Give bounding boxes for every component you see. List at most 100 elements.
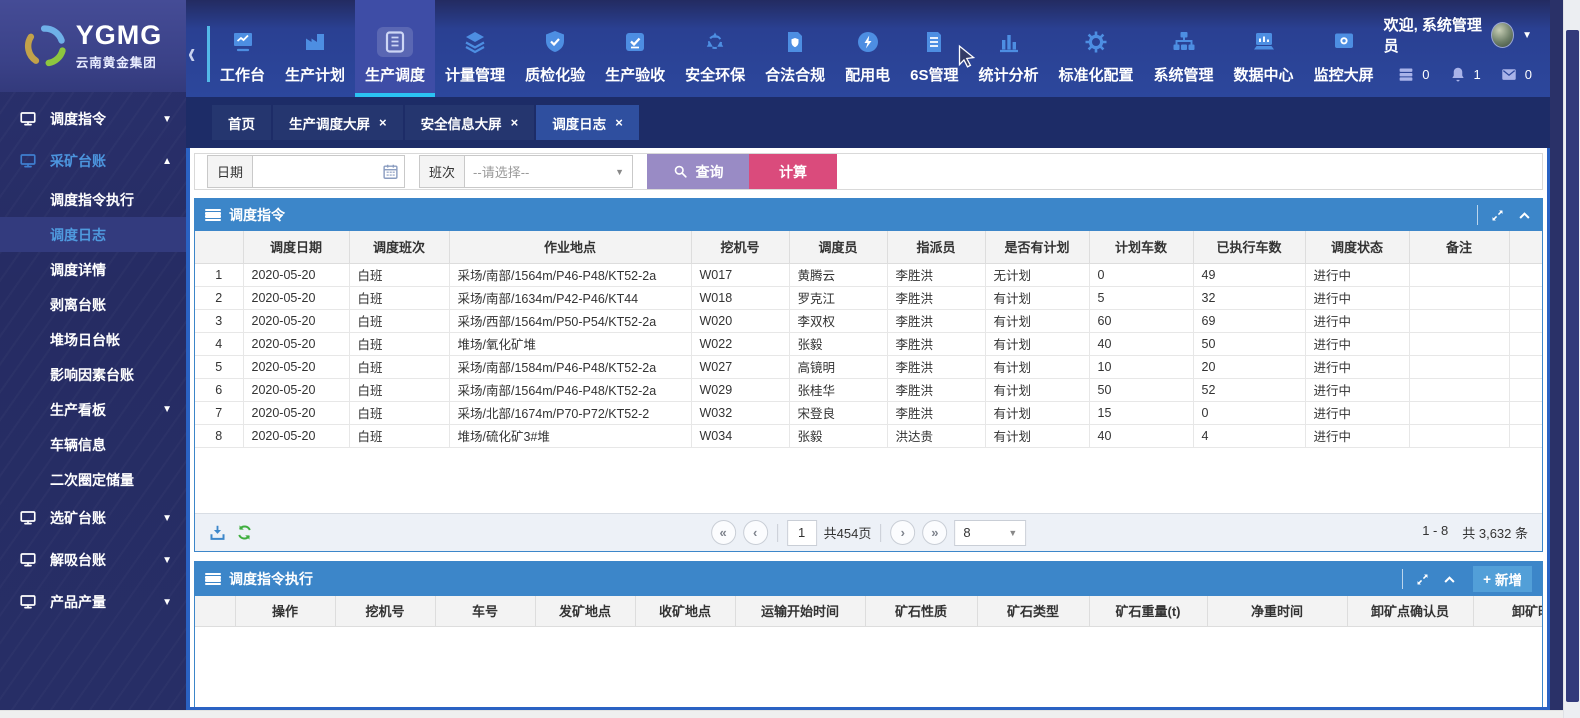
table-cell: 白班 xyxy=(349,286,449,309)
nav-item[interactable]: 数据中心 xyxy=(1224,0,1304,97)
page-number-input[interactable] xyxy=(787,520,817,546)
column-header[interactable]: 发矿地点 xyxy=(535,596,635,626)
sidebar-item[interactable]: 产品产量▼ xyxy=(0,581,186,623)
refresh-icon[interactable] xyxy=(236,524,253,541)
collapse-panel-icon[interactable] xyxy=(1517,208,1532,223)
column-header[interactable]: 矿石类型 xyxy=(977,596,1089,626)
column-header[interactable] xyxy=(195,231,243,263)
nav-item[interactable]: 统计分析 xyxy=(969,0,1049,97)
tab[interactable]: 首页 xyxy=(212,105,271,140)
table-row[interactable]: 42020-05-20白班堆场/氧化矿堆W022张毅李胜洪有计划4050进行中 xyxy=(195,332,1542,355)
horizontal-scrollbar[interactable] xyxy=(0,710,1563,718)
vertical-scrollbar[interactable] xyxy=(1563,0,1580,718)
add-record-button[interactable]: + 新增 xyxy=(1473,566,1532,592)
expand-icon[interactable] xyxy=(1415,572,1430,587)
sidebar-subitem[interactable]: 调度日志 xyxy=(0,217,186,252)
table-row[interactable]: 52020-05-20白班采场/南部/1584m/P46-P48/KT52-2a… xyxy=(195,355,1542,378)
close-icon[interactable]: × xyxy=(511,116,519,129)
column-header[interactable]: 运输开始时间 xyxy=(735,596,865,626)
nav-item[interactable]: 工作台 xyxy=(210,0,275,97)
close-icon[interactable]: × xyxy=(379,116,387,129)
sidebar-subitem[interactable]: 二次圈定储量 xyxy=(0,462,186,497)
column-header[interactable]: 车号 xyxy=(435,596,535,626)
date-input[interactable] xyxy=(253,155,405,188)
search-button[interactable]: 查询 xyxy=(647,154,749,189)
mail-badge[interactable]: 0 xyxy=(1499,66,1532,83)
column-header[interactable] xyxy=(195,596,235,626)
column-header[interactable]: 计划车数 xyxy=(1089,231,1193,263)
column-header[interactable]: 调度班次 xyxy=(349,231,449,263)
sidebar-item[interactable]: 解吸台账▼ xyxy=(0,539,186,581)
bell-badge[interactable]: 1 xyxy=(1448,66,1481,83)
tab[interactable]: 安全信息大屏× xyxy=(405,105,535,140)
column-header[interactable]: 指派员 xyxy=(887,231,985,263)
sidebar-subitem[interactable]: 影响因素台账 xyxy=(0,357,186,392)
column-header[interactable]: 净重时间 xyxy=(1207,596,1347,626)
table-row[interactable]: 32020-05-20白班采场/西部/1564m/P50-P54/KT52-2a… xyxy=(195,309,1542,332)
nav-item[interactable]: 6S管理 xyxy=(900,0,968,97)
column-header[interactable]: 调度状态 xyxy=(1305,231,1409,263)
table-row[interactable]: 12020-05-20白班采场/南部/1564m/P46-P48/KT52-2a… xyxy=(195,263,1542,286)
column-header[interactable]: 操作 xyxy=(235,596,335,626)
nav-item[interactable]: 生产验收 xyxy=(595,0,675,97)
column-header[interactable]: 已执行车数 xyxy=(1193,231,1305,263)
nav-item[interactable]: 安全环保 xyxy=(675,0,755,97)
calculate-button[interactable]: 计算 xyxy=(749,154,837,189)
collapse-panel-icon[interactable] xyxy=(1442,572,1457,587)
first-page-button[interactable]: « xyxy=(711,520,736,545)
column-header[interactable]: 调度员 xyxy=(789,231,887,263)
nav-item[interactable]: 配用电 xyxy=(835,0,900,97)
table-row[interactable]: 22020-05-20白班采场/南部/1634m/P42-P46/KT44W01… xyxy=(195,286,1542,309)
column-header[interactable]: 挖机号 xyxy=(691,231,789,263)
sidebar-subitem[interactable]: 生产看板▼ xyxy=(0,392,186,427)
sidebar-item[interactable]: 选矿台账▼ xyxy=(0,497,186,539)
nav-item[interactable]: 合法合规 xyxy=(755,0,835,97)
column-header[interactable]: 矿石性质 xyxy=(865,596,977,626)
table-row[interactable]: 82020-05-20白班堆场/硫化矿3#堆W034张毅洪达贵有计划404进行中 xyxy=(195,424,1542,447)
next-page-button[interactable]: › xyxy=(890,520,915,545)
column-header[interactable]: 矿石重量(t) xyxy=(1089,596,1207,626)
close-icon[interactable]: × xyxy=(615,116,623,129)
nav-item[interactable]: 生产调度 xyxy=(355,0,435,97)
vertical-scrollbar-thumb[interactable] xyxy=(1566,30,1579,702)
table-cell xyxy=(1509,309,1542,332)
nav-item[interactable]: 标准化配置 xyxy=(1049,0,1144,97)
sidebar-subitem[interactable]: 车辆信息 xyxy=(0,427,186,462)
last-page-button[interactable]: » xyxy=(922,520,947,545)
table-row[interactable]: 62020-05-20白班采场/南部/1564m/P46-P48/KT52-2a… xyxy=(195,378,1542,401)
nav-item[interactable]: 质检化验 xyxy=(515,0,595,97)
table-row[interactable]: 72020-05-20白班采场/北部/1674m/P70-P72/KT52-2W… xyxy=(195,401,1542,424)
column-header[interactable]: 作业地点 xyxy=(449,231,691,263)
column-header[interactable]: 卸矿点确认员 xyxy=(1347,596,1473,626)
sidebar-subitem[interactable]: 剥离台账 xyxy=(0,287,186,322)
sidebar-collapse-toggle[interactable]: ‹ xyxy=(188,38,195,69)
column-header[interactable]: 挖机号 xyxy=(335,596,435,626)
nav-item[interactable]: 生产计划 xyxy=(275,0,355,97)
page-size-select[interactable]: 8 ▼ xyxy=(954,520,1026,546)
column-header[interactable]: 调度日期 xyxy=(243,231,349,263)
shift-select[interactable]: --请选择-- ▼ xyxy=(465,155,633,188)
server-badge[interactable]: 0 xyxy=(1396,66,1429,83)
logo[interactable]: YGMG 云南黄金集团 xyxy=(0,0,186,92)
sidebar-subitem[interactable]: 调度详情 xyxy=(0,252,186,287)
sidebar-subitem[interactable]: 调度指令执行 xyxy=(0,182,186,217)
sidebar-subitem[interactable]: 堆场日台帐 xyxy=(0,322,186,357)
dispatch-orders-panel-header: 调度指令 xyxy=(195,199,1542,231)
column-header[interactable]: 是否有计划 xyxy=(985,231,1089,263)
avatar[interactable] xyxy=(1491,22,1514,48)
nav-item[interactable]: 系统管理 xyxy=(1144,0,1224,97)
prev-page-button[interactable]: ‹ xyxy=(743,520,768,545)
column-header[interactable] xyxy=(1509,231,1542,263)
sidebar-item[interactable]: 采矿台账▲ xyxy=(0,140,186,182)
tab[interactable]: 调度日志× xyxy=(536,105,639,140)
download-icon[interactable] xyxy=(209,524,226,541)
tab[interactable]: 生产调度大屏× xyxy=(273,105,403,140)
sidebar-item[interactable]: 调度指令▼ xyxy=(0,98,186,140)
nav-item[interactable]: 监控大屏 xyxy=(1304,0,1384,97)
nav-item[interactable]: 计量管理 xyxy=(435,0,515,97)
expand-icon[interactable] xyxy=(1490,208,1505,223)
column-header[interactable]: 备注 xyxy=(1409,231,1509,263)
user-menu[interactable]: 欢迎, 系统管理员 ▼ xyxy=(1384,14,1532,56)
column-header[interactable]: 收矿地点 xyxy=(635,596,735,626)
column-header[interactable]: 卸矿时间 xyxy=(1473,596,1542,626)
